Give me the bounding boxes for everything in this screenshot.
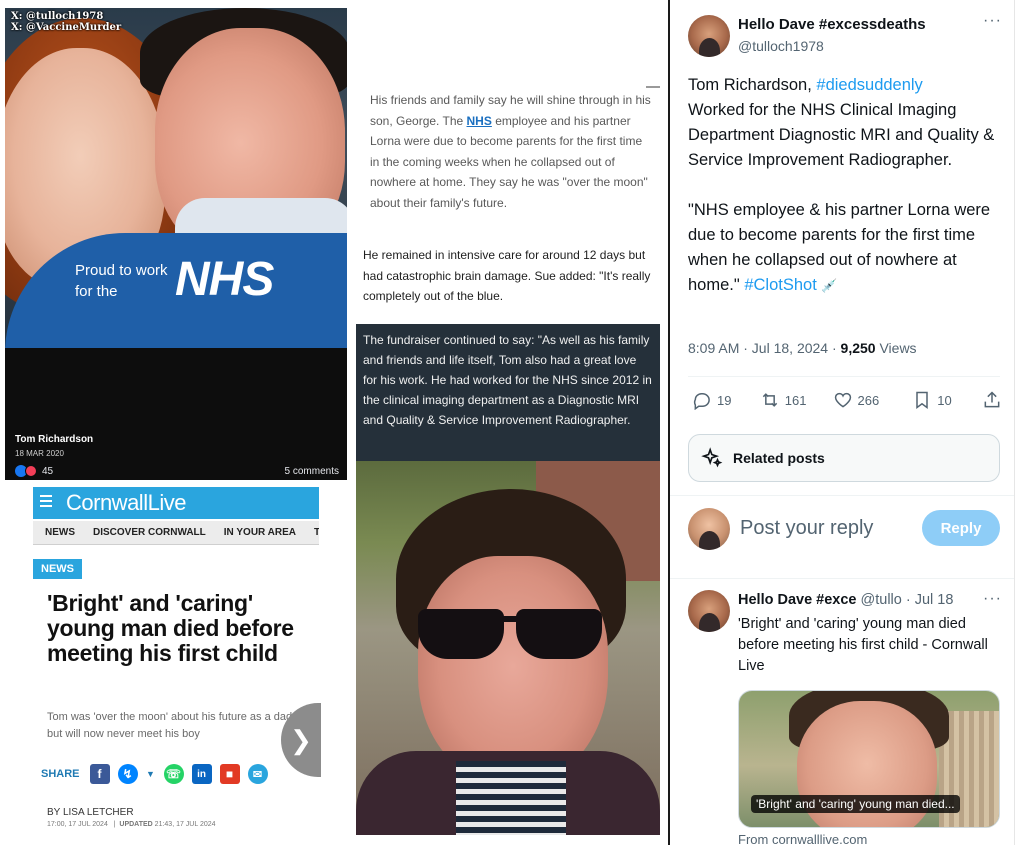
share-icon	[984, 391, 1000, 408]
like-icon	[834, 392, 851, 408]
fb-comments-count[interactable]: 5 comments	[285, 466, 339, 477]
reply-button[interactable]: 19	[692, 390, 760, 410]
more-icon[interactable]: ···	[983, 12, 1002, 30]
link-card-source[interactable]: From cornwalllive.com	[738, 832, 867, 845]
email-icon[interactable]: ✉	[247, 764, 268, 784]
hashtag-diedsuddenly[interactable]: #diedsuddenly	[816, 76, 922, 94]
link-card[interactable]: 'Bright' and 'caring' young man died...	[738, 690, 1000, 828]
fb-reactions[interactable]: 45	[15, 465, 53, 477]
reply-submit-button[interactable]: Reply	[922, 510, 1000, 546]
reply-header: Hello Dave #exce @tullo · Jul 18	[738, 592, 1008, 608]
link-card-title: 'Bright' and 'caring' young man died...	[751, 795, 960, 813]
news-badge[interactable]: NEWS	[33, 559, 82, 579]
scrollbar[interactable]	[1014, 0, 1024, 845]
bookmark-icon	[916, 391, 928, 409]
more-icon[interactable]: ···	[983, 590, 1002, 608]
nhs-logo: NHS	[175, 253, 274, 306]
menu-icon[interactable]	[40, 495, 52, 509]
tweet-actions: 19 161 266 10	[692, 390, 1002, 410]
selfie-photo	[356, 461, 660, 835]
facebook-post: Proud to work for the NHS X: @tulloch197…	[5, 8, 347, 480]
article-standfirst: Tom was 'over the moon' about his future…	[47, 711, 293, 740]
facebook-icon[interactable]: f	[89, 764, 110, 784]
reply-handle-time[interactable]: @tullo · Jul 18	[857, 592, 954, 608]
repost-button[interactable]: 161	[760, 390, 833, 410]
avatar[interactable]	[688, 590, 730, 632]
related-posts-label: Related posts	[733, 450, 825, 466]
article-quote: His friends and family say he will shine…	[370, 93, 651, 210]
divider	[646, 86, 660, 88]
nav-item-in-your-area[interactable]: IN YOUR AREA	[213, 527, 303, 538]
sparkle-icon	[701, 447, 723, 468]
fundraiser-quote-box: The fundraiser continued to say: "As wel…	[356, 324, 660, 462]
chevron-down-icon[interactable]: ▼	[146, 764, 156, 784]
flipboard-icon[interactable]: ■	[219, 764, 240, 784]
love-reaction-icon	[25, 465, 37, 477]
tweet-text: Tom Richardson, #diedsuddenly Worked for…	[688, 76, 995, 294]
divider	[688, 376, 1000, 377]
tweet-detail: Hello Dave #excessdeaths @tulloch1978 ··…	[670, 0, 1024, 845]
screenshot-collage: Proud to work for the NHS X: @tulloch197…	[0, 0, 668, 845]
linkedin-icon[interactable]: in	[191, 764, 212, 784]
reply-text: 'Bright' and 'caring' young man died bef…	[738, 616, 988, 674]
sunglasses	[418, 609, 504, 659]
nhs-link[interactable]: NHS	[467, 114, 492, 128]
avatar[interactable]	[688, 15, 730, 57]
reply-icon	[693, 393, 710, 410]
reaction-count: 45	[42, 465, 54, 477]
like-button[interactable]: 266	[833, 390, 913, 410]
cornwall-live-header: CornwallLive	[33, 487, 319, 519]
couple-photo: Proud to work for the NHS	[5, 8, 347, 348]
whatsapp-icon[interactable]: ☏	[163, 764, 184, 784]
byline: BY LISA LETCHER	[47, 807, 134, 818]
repost-icon	[762, 393, 777, 407]
article-headline: 'Bright' and 'caring' young man died bef…	[47, 590, 294, 666]
cornwall-live-article: CornwallLive NEWS DISCOVER CORNWALL IN Y…	[33, 487, 321, 837]
reply-input[interactable]: Post your reply	[740, 517, 873, 540]
views-count: 9,250	[840, 340, 876, 356]
nav-item-discover-cornwall[interactable]: DISCOVER CORNWALL	[82, 527, 213, 538]
article-dates: 17:00, 17 JUL 2024 | UPDATED 21:43, 17 J…	[47, 821, 216, 828]
fb-post-date: 18 MAR 2020	[15, 449, 64, 458]
share-button[interactable]	[982, 390, 1002, 410]
watermark: X: @tulloch1978 X: @VaccineMurder	[11, 11, 122, 33]
divider	[670, 578, 1024, 579]
cornwall-live-logo[interactable]: CornwallLive	[66, 490, 186, 516]
author-name[interactable]: Hello Dave #excessdeaths	[738, 16, 926, 33]
bookmark-button[interactable]: 10	[912, 390, 982, 410]
nav-item-news[interactable]: NEWS	[33, 527, 82, 538]
avatar	[688, 508, 730, 550]
cornwall-live-nav: NEWS DISCOVER CORNWALL IN YOUR AREA TRUR	[33, 521, 319, 545]
share-bar: SHARE f ↯ ▼ ☏ in ■ ✉	[41, 764, 268, 784]
related-posts-button[interactable]: Related posts	[688, 434, 1000, 482]
hashtag-clotshot[interactable]: #ClotShot	[744, 276, 816, 294]
messenger-icon[interactable]: ↯	[117, 764, 138, 784]
nhs-banner-text: Proud to work for the	[75, 262, 168, 300]
syringe-icon: 💉	[821, 278, 838, 293]
share-label: SHARE	[41, 768, 80, 780]
tweet-timestamp: 8:09 AM · Jul 18, 2024 · 9,250 Views	[688, 340, 917, 356]
divider	[670, 495, 1024, 496]
reply-author-name[interactable]: Hello Dave #exce	[738, 592, 857, 608]
nav-item-truro[interactable]: TRUR	[303, 527, 319, 538]
article-paragraph: He remained in intensive care for around…	[363, 248, 651, 303]
fb-post-name[interactable]: Tom Richardson	[15, 434, 93, 445]
author-handle[interactable]: @tulloch1978	[738, 38, 824, 54]
fundraiser-text: The fundraiser continued to say: "As wel…	[363, 333, 652, 427]
author-link[interactable]: LISA LETCHER	[63, 807, 134, 818]
